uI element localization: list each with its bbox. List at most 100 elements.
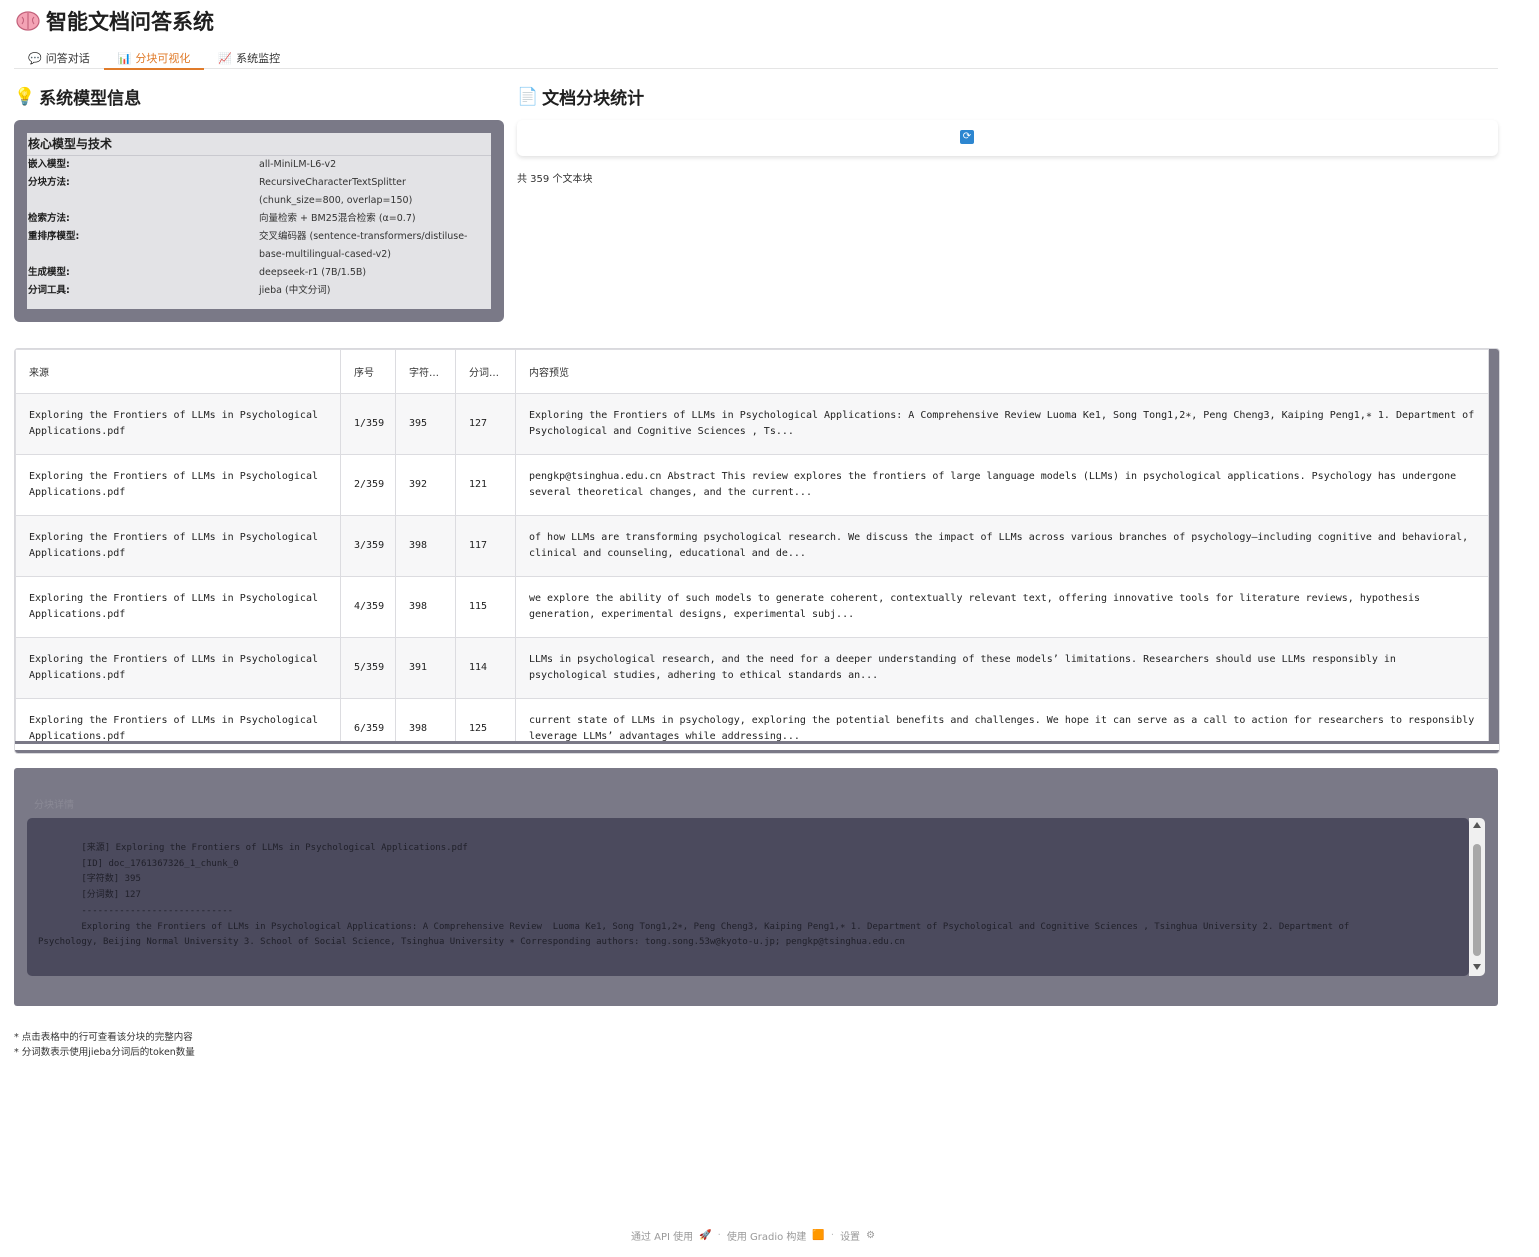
settings-link[interactable]: 设置 <box>840 1228 860 1243</box>
cell-chars[interactable]: 395 <box>395 393 456 455</box>
cell-source[interactable]: Exploring the Frontiers of LLMs in Psych… <box>15 393 341 455</box>
note-line: * 点击表格中的行可查看该分块的完整内容 <box>14 1032 193 1043</box>
tab-chunk-visualization-label: 分块可视化 <box>135 52 191 65</box>
detail-scrollbar[interactable] <box>1469 818 1485 976</box>
model-row: 分词工具: jieba (中文分词) <box>27 282 491 300</box>
note-line: * 分词数表示使用jieba分词后的token数量 <box>14 1047 195 1058</box>
model-row-key: 检索方法: <box>28 213 70 224</box>
model-info-card: 核心模型与技术 嵌入模型: all-MiniLM-L6-v2 分块方法: Recur… <box>14 120 504 322</box>
model-section-heading-text: 系统模型信息 <box>39 89 142 109</box>
chat-icon: 💬 <box>28 51 42 65</box>
cell-tokens[interactable]: 121 <box>455 454 516 516</box>
help-notes: * 点击表格中的行可查看该分块的完整内容 * 分词数表示使用jieba分词后的t… <box>14 1030 195 1060</box>
model-row-key: 生成模型: <box>28 267 70 278</box>
model-row: 生成模型: deepseek-r1 (7B/1.5B) <box>27 264 491 282</box>
model-row-key: 分词工具: <box>28 285 70 296</box>
chunk-table-container: 来源 序号 字符… 分词… 内容预览 Exploring the Frontie… <box>14 348 1500 754</box>
model-row-key: 分块方法: <box>28 177 70 188</box>
table-row[interactable]: Exploring the Frontiers of LLMs in Psych… <box>15 454 1489 516</box>
app-title: 智能文档问答系统 <box>16 6 214 36</box>
scroll-down-icon[interactable] <box>1473 964 1481 970</box>
cell-index[interactable]: 4/359 <box>340 576 396 638</box>
model-row-value: 交叉编码器 (sentence-transformers/distiluse-b… <box>259 231 468 260</box>
stats-section-heading-text: 文档分块统计 <box>542 89 645 109</box>
cell-source[interactable]: Exploring the Frontiers of LLMs in Psych… <box>15 576 341 638</box>
bar-chart-icon: 📊 <box>117 51 132 65</box>
cell-preview[interactable]: LLMs in psychological research, and the … <box>515 637 1489 699</box>
tab-chunk-visualization[interactable]: 📊 分块可视化 <box>103 44 205 70</box>
scroll-thumb[interactable] <box>1473 844 1481 956</box>
table-row[interactable]: Exploring the Frontiers of LLMs in Psych… <box>15 637 1489 699</box>
lightbulb-icon: 💡 <box>14 86 36 107</box>
model-table-caption: 核心模型与技术 <box>27 133 491 156</box>
brain-icon <box>16 11 40 31</box>
cell-tokens[interactable]: 114 <box>455 637 516 699</box>
cell-preview[interactable]: of how LLMs are transforming psychologic… <box>515 515 1489 577</box>
table-row[interactable]: Exploring the Frontiers of LLMs in Psych… <box>15 576 1489 638</box>
cell-preview[interactable]: Exploring the Frontiers of LLMs in Psych… <box>515 393 1489 455</box>
cell-index[interactable]: 5/359 <box>340 637 396 699</box>
model-row-value: 向量检索 + BM25混合检索 (α=0.7) <box>259 213 416 224</box>
tab-chat-label: 问答对话 <box>45 52 90 65</box>
model-row-value: jieba (中文分词) <box>259 285 331 296</box>
app-title-text: 智能文档问答系统 <box>46 10 214 34</box>
cell-source[interactable]: Exploring the Frontiers of LLMs in Psych… <box>15 454 341 516</box>
cell-tokens[interactable]: 127 <box>455 393 516 455</box>
cell-chars[interactable]: 398 <box>395 576 456 638</box>
cell-chars[interactable]: 391 <box>395 637 456 699</box>
scroll-up-icon[interactable] <box>1473 822 1481 828</box>
model-row-value: all-MiniLM-L6-v2 <box>259 159 337 170</box>
tab-chat[interactable]: 💬 问答对话 <box>14 44 104 68</box>
model-row-value: deepseek-r1 (7B/1.5B) <box>259 267 367 278</box>
model-section-heading: 💡 系统模型信息 <box>14 84 142 110</box>
chunk-detail-panel: 分块详情 [来源] Exploring the Frontiers of LLM… <box>14 768 1498 1006</box>
cell-index[interactable]: 1/359 <box>340 393 396 455</box>
cell-chars[interactable]: 398 <box>395 515 456 577</box>
chunk-detail-label: 分块详情 <box>34 800 74 811</box>
cell-index[interactable]: 3/359 <box>340 515 396 577</box>
footer: 通过 API 使用 🚀 · 使用 Gradio 构建 🟧 · 设置 ⚙ <box>631 1228 875 1243</box>
rocket-icon: 🚀 <box>699 1230 712 1241</box>
header-source[interactable]: 来源 <box>15 349 341 394</box>
model-row-value: RecursiveCharacterTextSplitter (chunk_si… <box>259 177 413 206</box>
model-row: 重排序模型: 交叉编码器 (sentence-transformers/disti… <box>27 228 491 264</box>
loading-icon: ⟳ <box>960 130 974 144</box>
footer-separator: · <box>717 1230 721 1241</box>
header-preview[interactable]: 内容预览 <box>515 349 1489 394</box>
table-row[interactable]: Exploring the Frontiers of LLMs in Psych… <box>15 515 1489 577</box>
cell-source[interactable]: Exploring the Frontiers of LLMs in Psych… <box>15 637 341 699</box>
api-link[interactable]: 通过 API 使用 <box>631 1228 693 1243</box>
cell-tokens[interactable]: 117 <box>455 515 516 577</box>
cell-chars[interactable]: 392 <box>395 454 456 516</box>
header-chars[interactable]: 字符… <box>395 349 456 394</box>
table-vertical-scrollbar[interactable] <box>1489 349 1499 741</box>
header-tokens[interactable]: 分词… <box>455 349 516 394</box>
stats-section-heading: 📄 文档分块统计 <box>517 84 645 110</box>
model-row-key: 重排序模型: <box>28 231 80 242</box>
model-info-table: 核心模型与技术 嵌入模型: all-MiniLM-L6-v2 分块方法: Recur… <box>27 133 491 309</box>
chunk-detail-textarea[interactable]: [来源] Exploring the Frontiers of LLMs in … <box>27 818 1469 976</box>
tab-monitor-label: 系统监控 <box>236 52 281 65</box>
table-row[interactable]: Exploring the Frontiers of LLMs in Psych… <box>15 393 1489 455</box>
gradio-link[interactable]: 使用 Gradio 构建 <box>727 1228 807 1243</box>
chunk-count-text: 共 359 个文本块 <box>517 174 593 185</box>
monitor-chart-icon: 📈 <box>218 51 233 65</box>
gear-icon: ⚙ <box>866 1230 876 1241</box>
cell-index[interactable]: 2/359 <box>340 454 396 516</box>
model-row: 嵌入模型: all-MiniLM-L6-v2 <box>27 156 491 174</box>
model-row: 分块方法: RecursiveCharacterTextSplitter (chu… <box>27 174 491 210</box>
gradio-logo-icon: 🟧 <box>812 1230 825 1241</box>
tab-bar: 💬 问答对话 📊 分块可视化 📈 系统监控 <box>14 44 1498 70</box>
cell-preview[interactable]: we explore the ability of such models to… <box>515 576 1489 638</box>
footer-separator: · <box>830 1230 835 1241</box>
model-row-key: 嵌入模型: <box>28 159 70 170</box>
cell-tokens[interactable]: 115 <box>455 576 516 638</box>
table-header-row: 来源 序号 字符… 分词… 内容预览 <box>15 349 1489 394</box>
table-horizontal-scrollbar[interactable] <box>15 741 1499 753</box>
document-icon: 📄 <box>517 86 539 107</box>
model-row: 检索方法: 向量检索 + BM25混合检索 (α=0.7) <box>27 210 491 228</box>
tab-monitor[interactable]: 📈 系统监控 <box>204 44 294 68</box>
cell-source[interactable]: Exploring the Frontiers of LLMs in Psych… <box>15 515 341 577</box>
cell-preview[interactable]: pengkp@tsinghua.edu.cn Abstract This rev… <box>515 454 1489 516</box>
header-index[interactable]: 序号 <box>340 349 396 394</box>
